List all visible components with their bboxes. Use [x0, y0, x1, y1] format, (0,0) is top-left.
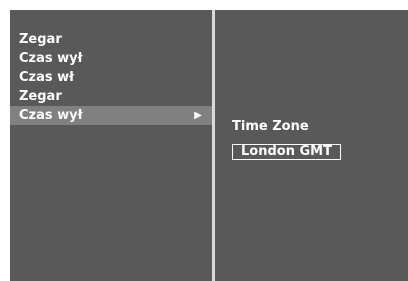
time-zone-value: London GMT: [241, 144, 332, 159]
menu-list: Zegar Czas wył Czas wł Zegar Czas wył ▶: [10, 30, 212, 125]
menu-item-off-time-selected[interactable]: Czas wył ▶: [10, 106, 212, 125]
submenu-panel: Time Zone London GMT: [215, 10, 408, 281]
menu-item-off-time[interactable]: Czas wył: [10, 49, 212, 68]
osd-screen: Zegar Czas wył Czas wł Zegar Czas wył ▶ …: [10, 10, 408, 281]
time-zone-title: Time Zone: [232, 119, 309, 134]
menu-item-clock-2[interactable]: Zegar: [10, 87, 212, 106]
arrow-right-icon: ▶: [194, 110, 202, 121]
menu-item-label: Czas wył: [19, 51, 83, 66]
time-zone-selector[interactable]: London GMT: [232, 144, 341, 160]
menu-panel: Zegar Czas wył Czas wł Zegar Czas wył ▶: [10, 10, 212, 281]
menu-item-label: Czas wł: [19, 70, 74, 85]
menu-item-clock[interactable]: Zegar: [10, 30, 212, 49]
menu-item-label: Zegar: [19, 32, 62, 47]
menu-item-on-time[interactable]: Czas wł: [10, 68, 212, 87]
menu-item-label: Czas wył: [19, 108, 83, 123]
menu-item-label: Zegar: [19, 89, 62, 104]
